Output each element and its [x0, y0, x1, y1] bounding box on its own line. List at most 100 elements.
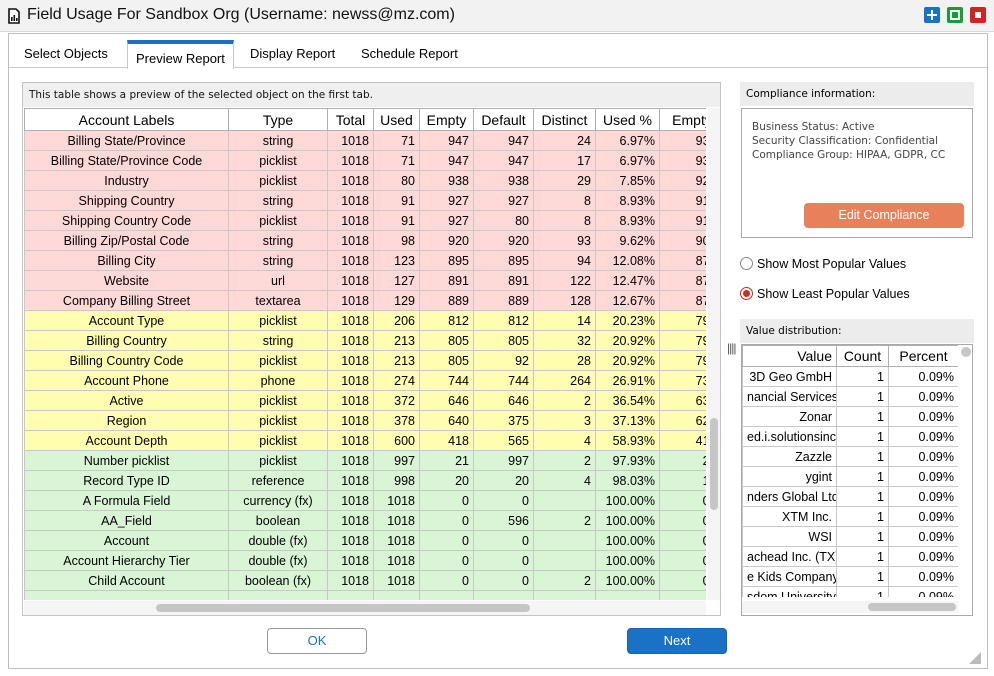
vertical-scroll-thumb[interactable]	[710, 418, 718, 510]
table-row[interactable]: Websiteurl101812789189112212.47%87.5	[24, 270, 706, 291]
list-item[interactable]: sdom University 1 0.09%	[742, 586, 958, 597]
table-cell-empty-pct: 93.0	[659, 130, 706, 151]
table-cell-default: 997	[473, 450, 534, 471]
tab-schedule-report[interactable]: Schedule Report	[361, 46, 458, 61]
tab-display-report[interactable]: Display Report	[250, 46, 335, 61]
table-cell-distinct: 94	[533, 250, 596, 271]
table-cell-type: string	[228, 230, 328, 251]
table-cell-type: string	[228, 190, 328, 211]
table-row[interactable]: Industrypicklist101880938938297.85%92.1	[24, 170, 706, 191]
table-row[interactable]: Accountdouble (fx)1018101800100.00%0.0	[24, 530, 706, 551]
table-row[interactable]: Billing Zip/Postal Code string 1018 98 920 92…	[24, 230, 706, 251]
table-row[interactable]: Billing Country Code picklist 1018 213 805 92…	[24, 350, 706, 371]
list-item[interactable]: ygint 1 0.09%	[742, 466, 958, 487]
list-item[interactable]: Zonar 1 0.09%	[742, 406, 958, 427]
table-cell-empty	[419, 590, 474, 600]
radio-most-popular[interactable]: Show Most Popular Values	[740, 257, 906, 271]
table-cell-empty-pct: 0.0	[659, 510, 706, 531]
edit-compliance-button[interactable]: Edit Compliance	[804, 203, 964, 228]
table-row[interactable]: AA_Fieldboolean1018101805962100.00%0.0	[24, 510, 706, 531]
table-row[interactable]: Record Type ID reference 1018 998 20 20 4 98.03…	[24, 470, 706, 491]
vertical-scrollbar[interactable]	[708, 108, 720, 600]
table-row[interactable]: Account Phone phone 1018 274 744 744 264 26.91%…	[24, 370, 706, 391]
vd-col-count[interactable]: Count	[836, 345, 889, 367]
table-row[interactable]	[24, 590, 706, 600]
table-row[interactable]: Account Type picklist 1018 206 812 812 14 20.23…	[24, 310, 706, 331]
table-cell-default	[473, 590, 534, 600]
table-cell-used: 213	[373, 350, 420, 371]
horizontal-scroll-thumb[interactable]	[156, 604, 530, 612]
table-cell-type: picklist	[228, 410, 328, 431]
table-cell-used: 600	[373, 430, 420, 451]
table-cell-default: 92	[473, 350, 534, 371]
ok-button[interactable]: OK	[267, 628, 367, 654]
list-item[interactable]: nancial Services 1 0.09%	[742, 386, 958, 407]
tab-select-objects[interactable]: Select Objects	[24, 46, 108, 61]
table-column-header[interactable]: Used	[373, 108, 420, 131]
vd-vertical-scroll-thumb[interactable]	[961, 347, 971, 357]
list-item[interactable]: achead Inc. (TX) 1 0.09%	[742, 546, 958, 567]
table-column-header[interactable]: Distinct	[533, 108, 596, 131]
table-cell-label: Shipping Country	[24, 190, 229, 211]
table-row[interactable]: Shipping Country string 1018 91 927 927 8 8.93%…	[24, 190, 706, 211]
table-row[interactable]: Regionpicklist1018378640375337.13%62.8	[24, 410, 706, 431]
restore-icon[interactable]	[947, 7, 963, 23]
table-row[interactable]: Account Hierarchy Tier double (fx) 1018 101…	[24, 550, 706, 571]
table-row[interactable]: Company Billing Street textarea 1018 129 889…	[24, 290, 706, 311]
table-cell-used: 98	[373, 230, 420, 251]
list-item[interactable]: 3D Geo GmbH 1 0.09%	[742, 366, 958, 387]
table-cell-empty: 891	[419, 270, 474, 291]
vd-vertical-scrollbar[interactable]	[960, 345, 972, 597]
close-icon[interactable]	[970, 7, 986, 23]
table-cell-label: Billing Country	[24, 330, 229, 351]
list-item[interactable]: WSI 1 0.09%	[742, 526, 958, 547]
table-column-header[interactable]: Account Labels	[24, 108, 229, 131]
table-cell-empty-pct	[659, 590, 706, 600]
table-cell-empty: 646	[419, 390, 474, 411]
table-column-header[interactable]: Default	[473, 108, 534, 131]
table-cell-type: picklist	[228, 210, 328, 231]
list-item[interactable]: ed.i.solutionsinc 1 0.09%	[742, 426, 958, 447]
list-item[interactable]: nders Global Ltd 1 0.09%	[742, 486, 958, 507]
table-cell-total: 1018	[327, 290, 374, 311]
table-column-header[interactable]: Empty	[659, 108, 706, 131]
list-item[interactable]: Zazzle 1 0.09%	[742, 446, 958, 467]
table-row[interactable]: Number picklist picklist 1018 997 21 997 2 97.9…	[24, 450, 706, 471]
radio-unchecked-icon[interactable]	[740, 257, 753, 270]
table-row[interactable]: Billing Country string 1018 213 805 805 32 20.9…	[24, 330, 706, 351]
list-item[interactable]: e Kids Company 1 0.09%	[742, 566, 958, 587]
compliance-section: Compliance information: Business Status:…	[740, 82, 974, 238]
table-row[interactable]: Child Account boolean (fx) 1018 1018 0 0 2 100.…	[24, 570, 706, 591]
radio-checked-icon[interactable]	[740, 287, 753, 300]
table-column-header[interactable]: Total	[327, 108, 374, 131]
tab-preview-report[interactable]: Preview Report	[127, 40, 234, 69]
vd-horizontal-scrollbar[interactable]	[742, 601, 958, 613]
table-row[interactable]: A Formula Field currency (fx) 1018 1018 0 0 10…	[24, 490, 706, 511]
maximize-icon[interactable]	[924, 7, 940, 23]
table-row[interactable]: Shipping Country Code picklist 1018 91 927 80…	[24, 210, 706, 231]
table-cell-type: picklist	[228, 390, 328, 411]
table-column-header[interactable]: Empty	[419, 108, 474, 131]
table-row[interactable]: Billing State/Province string 1018 71 947 947…	[24, 130, 706, 151]
table-cell-used-pct: 8.93%	[595, 190, 660, 211]
table-row[interactable]: Billing State/Province Code picklist 1018 7…	[24, 150, 706, 171]
table-cell-used: 372	[373, 390, 420, 411]
next-button[interactable]: Next	[627, 628, 727, 654]
radio-least-popular[interactable]: Show Least Popular Values	[740, 287, 910, 301]
resize-grip-icon[interactable]	[969, 652, 981, 664]
vd-col-value[interactable]: Value	[742, 345, 837, 367]
table-column-header[interactable]: Used %	[595, 108, 660, 131]
table-row[interactable]: Billing City string 1018 123 895 895 94 12.08% 8…	[24, 250, 706, 271]
vd-col-percent[interactable]: Percent	[888, 345, 958, 367]
horizontal-scrollbar[interactable]	[24, 601, 706, 615]
table-cell-label: Account Depth	[24, 430, 229, 451]
table-column-header[interactable]: Type	[228, 108, 328, 131]
vd-horizontal-scroll-thumb[interactable]	[868, 603, 956, 611]
table-cell-total: 1018	[327, 190, 374, 211]
splitter-grip-icon[interactable]: ||||	[727, 341, 737, 355]
list-item[interactable]: XTM Inc. 1 0.09%	[742, 506, 958, 527]
table-row[interactable]: Activepicklist1018372646646236.54%63.4	[24, 390, 706, 411]
table-cell-empty: 0	[419, 550, 474, 571]
table-row[interactable]: Account Depth picklist 1018 600 418 565 4 58.93…	[24, 430, 706, 451]
table-cell-label: Child Account	[24, 570, 229, 591]
